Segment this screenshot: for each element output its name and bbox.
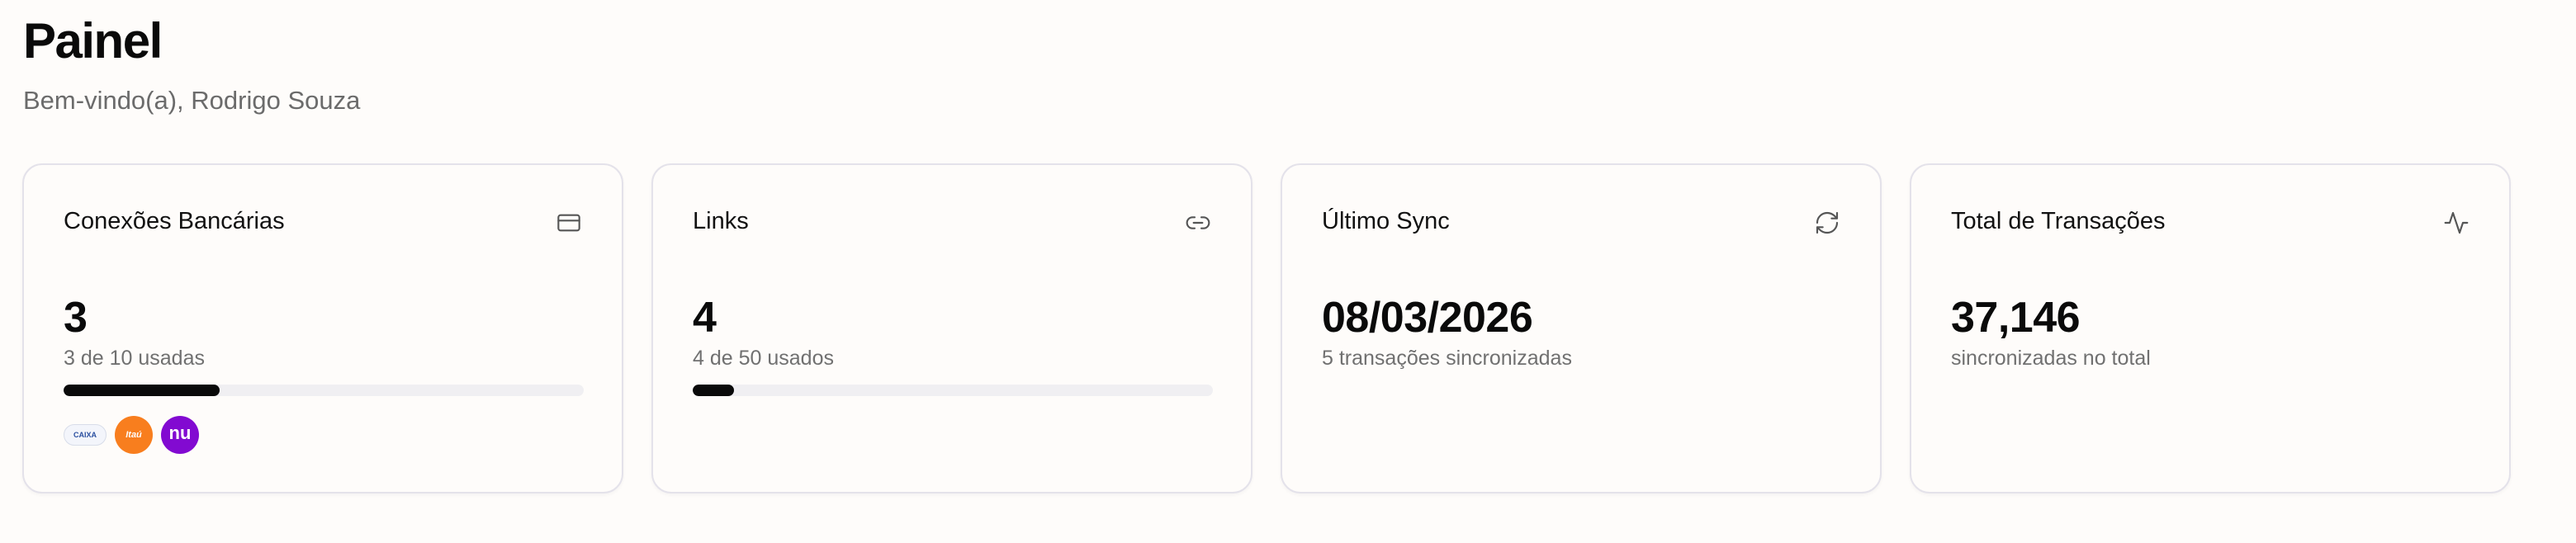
card-value: 08/03/2026	[1322, 294, 1533, 342]
stats-cards: Conexões Bancárias 3 3 de 10 usadas CAIX…	[22, 163, 2511, 493]
card-value: 4	[693, 294, 717, 342]
last-sync-card[interactable]: Último Sync 08/03/2026 5 transações sinc…	[1281, 163, 1882, 493]
caixa-logo: CAIXA	[64, 424, 107, 446]
card-value: 37,146	[1951, 294, 2081, 342]
card-title: Último Sync	[1322, 208, 1450, 234]
card-title: Links	[693, 208, 749, 234]
itau-logo: Itaú	[115, 416, 153, 454]
page-title: Painel	[23, 13, 163, 68]
usage-progress-fill	[64, 385, 220, 396]
connected-banks: CAIXA Itaú nu	[64, 416, 199, 454]
card-subtitle: 4 de 50 usados	[693, 347, 834, 370]
nubank-logo: nu	[161, 416, 199, 454]
bank-connections-card[interactable]: Conexões Bancárias 3 3 de 10 usadas CAIX…	[22, 163, 623, 493]
card-value: 3	[64, 294, 88, 342]
card-subtitle: 5 transações sincronizadas	[1322, 347, 1572, 370]
usage-progress-bar	[693, 385, 1213, 396]
page-header: Painel Bem-vindo(a), Rodrigo Souza	[23, 12, 360, 117]
credit-card-icon	[556, 210, 582, 236]
refresh-icon	[1814, 210, 1840, 236]
total-transactions-card[interactable]: Total de Transações 37,146 sincronizadas…	[1910, 163, 2511, 493]
card-title: Total de Transações	[1951, 208, 2166, 234]
card-subtitle: 3 de 10 usadas	[64, 347, 205, 370]
usage-progress-fill	[693, 385, 735, 396]
activity-icon	[2443, 210, 2469, 236]
link-icon	[1185, 210, 1211, 236]
usage-progress-bar	[64, 385, 584, 396]
links-card[interactable]: Links 4 4 de 50 usados	[651, 163, 1252, 493]
card-subtitle: sincronizadas no total	[1951, 347, 2151, 370]
card-title: Conexões Bancárias	[64, 208, 285, 234]
welcome-subtitle: Bem-vindo(a), Rodrigo Souza	[23, 86, 361, 115]
